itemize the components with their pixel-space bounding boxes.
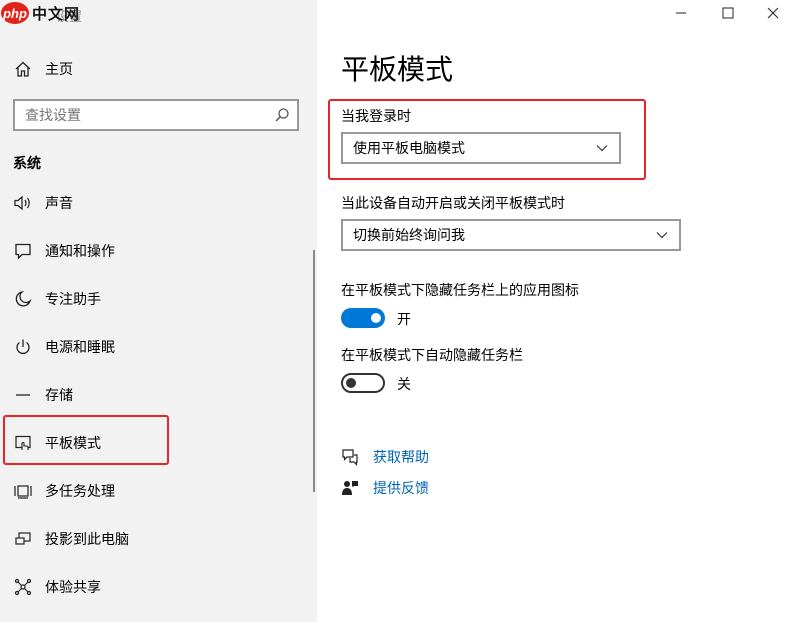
help-icon <box>341 448 359 466</box>
sidebar-item-label: 专注助手 <box>45 292 101 308</box>
sidebar-item-label: 多任务处理 <box>45 484 115 500</box>
autohide-toggle[interactable] <box>341 373 385 393</box>
sidebar-item-label: 投影到此电脑 <box>45 532 129 548</box>
sidebar-item-focus-assist[interactable]: 专注助手 <box>0 279 317 319</box>
sidebar-item-label: 主页 <box>45 62 73 78</box>
search-input[interactable]: 查找设置 <box>13 99 299 131</box>
maximize-icon <box>722 7 734 19</box>
autohide-label: 在平板模式下自动隐藏任务栏 <box>341 348 523 364</box>
toggle-knob <box>371 313 381 323</box>
sidebar-item-label: 电源和睡眠 <box>45 340 115 356</box>
maximize-button[interactable] <box>705 0 751 26</box>
search-placeholder: 查找设置 <box>25 108 81 124</box>
hide-icons-toggle[interactable] <box>341 308 385 328</box>
sidebar-item-power-sleep[interactable]: 电源和睡眠 <box>0 327 317 367</box>
sidebar-item-label: 存储 <box>45 388 73 404</box>
help-link[interactable]: 获取帮助 <box>373 447 429 467</box>
sidebar-item-label: 体验共享 <box>45 580 101 596</box>
minimize-button[interactable] <box>658 0 704 26</box>
sidebar-item-storage[interactable]: 存储 <box>0 375 317 415</box>
close-button[interactable] <box>750 0 794 26</box>
dropdown-value: 切换前始终询问我 <box>353 228 465 244</box>
project-icon <box>13 529 33 549</box>
home-icon <box>13 59 33 79</box>
moon-icon <box>13 289 33 309</box>
power-icon <box>13 337 33 357</box>
multitasking-icon <box>13 481 33 501</box>
section-title: 系统 <box>13 156 41 172</box>
hide-icons-state: 开 <box>397 312 411 328</box>
sidebar-item-shared-experiences[interactable]: 体验共享 <box>0 567 317 607</box>
minimize-icon <box>676 12 686 14</box>
feedback-link[interactable]: 提供反馈 <box>373 478 429 498</box>
auto-switch-label: 当此设备自动开启或关闭平板模式时 <box>341 196 565 212</box>
feedback-icon <box>341 479 359 497</box>
share-icon <box>13 577 33 597</box>
autohide-state: 关 <box>397 377 411 393</box>
close-icon <box>767 7 779 19</box>
message-icon <box>13 241 33 261</box>
search-icon[interactable] <box>273 106 291 124</box>
hide-icons-label: 在平板模式下隐藏任务栏上的应用图标 <box>341 283 579 299</box>
storage-icon <box>13 385 33 405</box>
highlight-box-signin <box>328 99 646 180</box>
sidebar-scrollbar[interactable] <box>313 250 315 492</box>
page-title: 平板模式 <box>341 53 454 86</box>
feedback-link-row[interactable]: 提供反馈 <box>341 478 429 498</box>
php-logo: php <box>1 2 29 24</box>
sidebar-item-project-to-pc[interactable]: 投影到此电脑 <box>0 519 317 559</box>
sidebar-item-label: 声音 <box>45 196 73 212</box>
speaker-icon <box>13 193 33 213</box>
sidebar-item-home[interactable]: 主页 <box>0 49 317 89</box>
auto-switch-dropdown[interactable]: 切换前始终询问我 <box>341 219 681 251</box>
sidebar: php 中文网 设置 主页 查找设置 系统 声音 通知和操作 专注助手 电源和睡… <box>0 0 317 622</box>
chevron-down-icon <box>656 232 668 239</box>
sidebar-item-notifications[interactable]: 通知和操作 <box>0 231 317 271</box>
sidebar-item-multitasking[interactable]: 多任务处理 <box>0 471 317 511</box>
help-link-row[interactable]: 获取帮助 <box>341 447 429 467</box>
highlight-box-tablet-mode <box>3 415 169 465</box>
toggle-knob <box>346 378 356 388</box>
app-title: 设置 <box>56 10 83 25</box>
sidebar-item-sound[interactable]: 声音 <box>0 183 317 223</box>
sidebar-item-label: 通知和操作 <box>45 244 115 260</box>
